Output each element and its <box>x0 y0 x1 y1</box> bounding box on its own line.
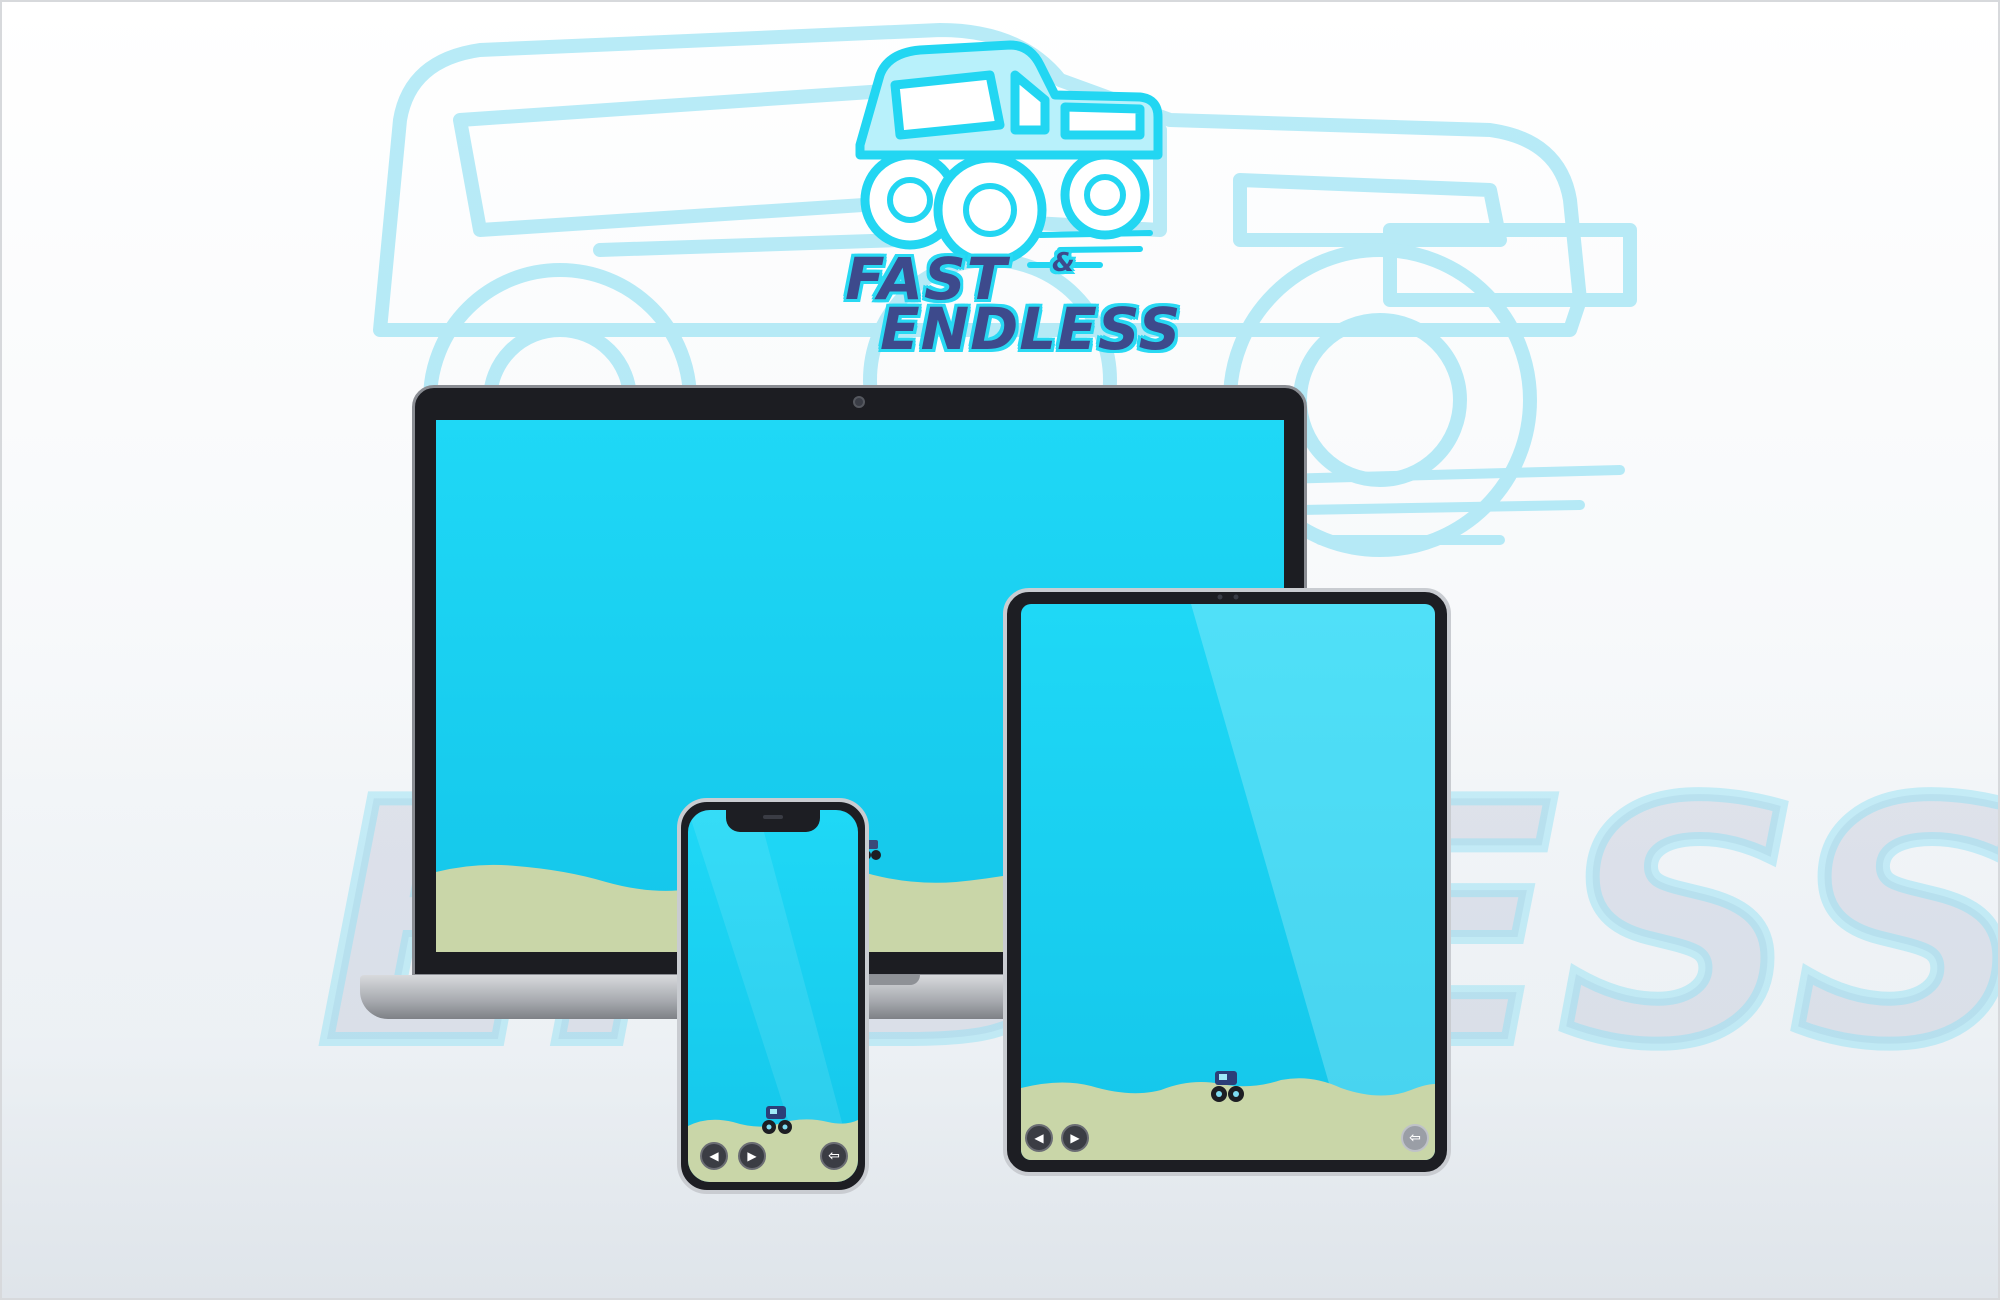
tablet-right-arrow-icon[interactable]: ▶ <box>1061 1124 1089 1152</box>
phone-right-arrow-icon[interactable]: ▶ <box>738 1142 766 1170</box>
logo-title-ampersand: & <box>1052 248 1075 278</box>
phone-speaker <box>763 815 783 819</box>
tablet-game-screen[interactable]: ◀ ▶ ⇦ <box>1021 604 1435 1160</box>
phone-left-arrow-icon[interactable]: ◀ <box>700 1142 728 1170</box>
showcase-stage: ENDLESS FAST & ENDLESS <box>0 0 2000 1300</box>
phone-back-arrow-icon[interactable]: ⇦ <box>820 1142 848 1170</box>
tablet-left-arrow-icon[interactable]: ◀ <box>1025 1124 1053 1152</box>
phone-notch <box>726 810 820 832</box>
phone-game-screen[interactable]: ◀ ▶ ⇦ <box>688 810 858 1182</box>
phone-monster-truck-icon <box>762 1106 792 1134</box>
tablet-monster-truck-icon <box>1211 1071 1244 1102</box>
laptop-camera <box>853 396 865 408</box>
tablet-camera <box>1217 594 1239 600</box>
logo-title-endless: ENDLESS <box>880 295 1182 363</box>
tablet-back-arrow-icon[interactable]: ⇦ <box>1401 1124 1429 1152</box>
